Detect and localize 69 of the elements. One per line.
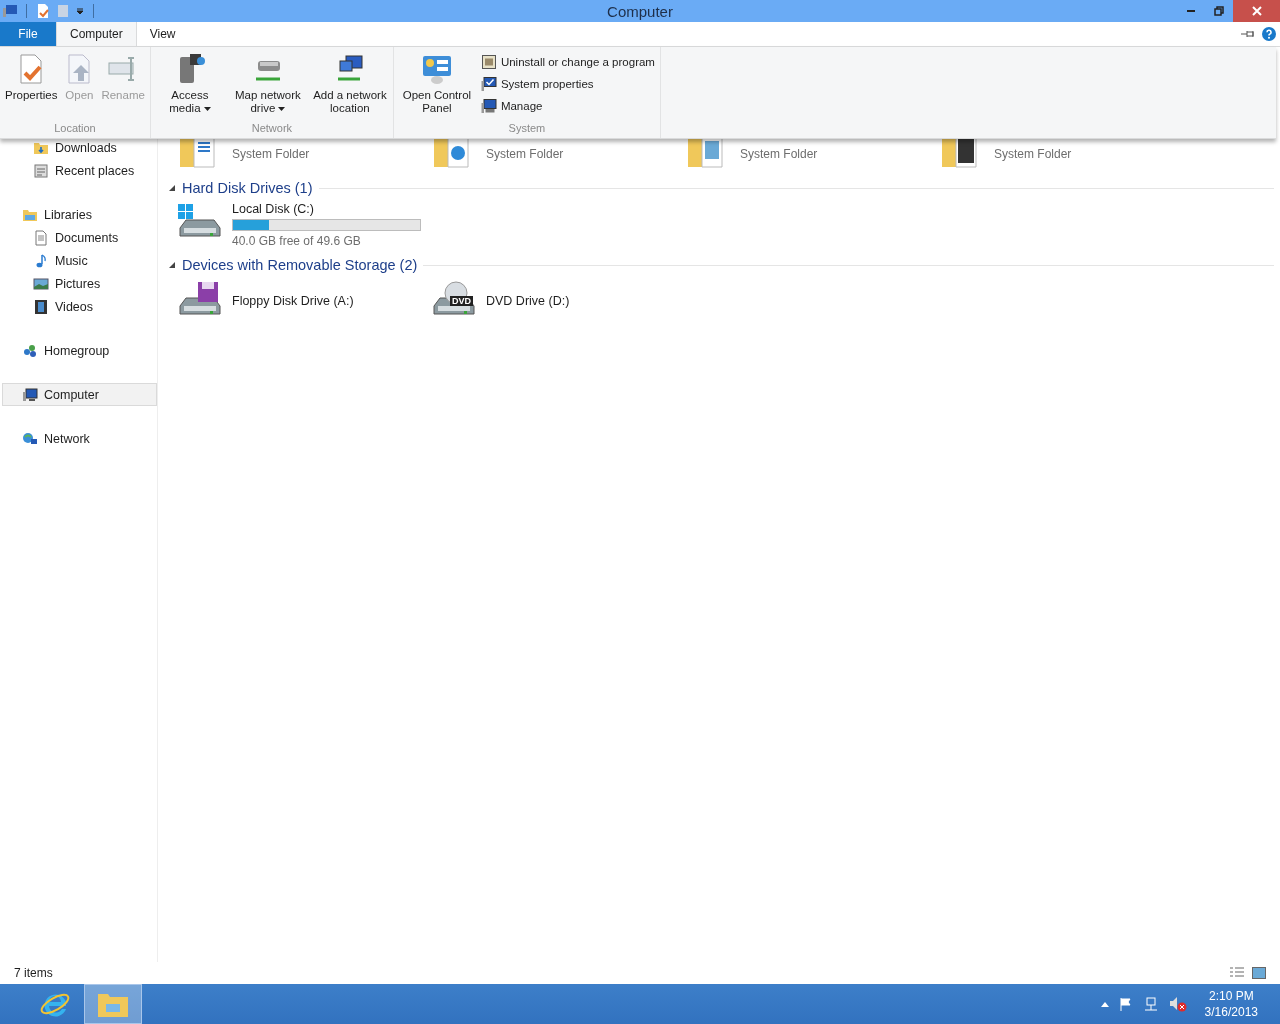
ribbon-group-label: System bbox=[507, 122, 547, 136]
nav-item[interactable]: Videos bbox=[2, 295, 157, 318]
nav-item[interactable]: Music bbox=[2, 249, 157, 272]
caret-icon bbox=[278, 106, 286, 111]
ribbon-button[interactable]: Map network drive bbox=[227, 51, 308, 122]
group-heading[interactable]: Devices with Removable Storage (2) bbox=[182, 257, 418, 273]
folder-type: System Folder bbox=[486, 147, 564, 161]
collapse-arrow-icon[interactable] bbox=[168, 184, 176, 192]
ribbon-button[interactable]: Access media bbox=[153, 51, 226, 122]
close-icon bbox=[1251, 6, 1262, 16]
flag-icon[interactable] bbox=[1118, 997, 1133, 1011]
ribbon-button[interactable]: Open Control Panel bbox=[396, 51, 477, 122]
drive-tile[interactable]: DVD DVD Drive (D:) bbox=[430, 279, 684, 323]
collapse-arrow-icon[interactable] bbox=[168, 261, 176, 269]
clock[interactable]: 2:10 PM 3/16/2013 bbox=[1204, 988, 1258, 1020]
control-panel-icon bbox=[420, 53, 453, 85]
muted-speaker-icon[interactable] bbox=[1168, 996, 1187, 1012]
nav-item[interactable]: Downloads bbox=[2, 136, 157, 159]
ribbon-button[interactable]: Uninstall or change a program bbox=[478, 52, 657, 72]
folder-type: System Folder bbox=[994, 147, 1072, 161]
ribbon-group-label: Location bbox=[53, 122, 97, 136]
caret-icon bbox=[203, 106, 211, 111]
drive-tile[interactable]: Floppy Disk Drive (A:) bbox=[176, 279, 430, 323]
recent-places-icon bbox=[33, 162, 49, 179]
network-icon bbox=[22, 430, 38, 447]
ribbon-button[interactable]: Add a network location bbox=[309, 51, 390, 122]
film-icon bbox=[33, 298, 49, 315]
nav-item[interactable]: Computer bbox=[2, 383, 157, 406]
monitor-check-icon bbox=[480, 76, 497, 92]
program-window-icon bbox=[480, 54, 497, 70]
computer-icon bbox=[2, 3, 18, 19]
ribbon-button[interactable]: System properties bbox=[478, 74, 657, 94]
group-heading[interactable]: Hard Disk Drives (1) bbox=[182, 180, 313, 196]
nav-item[interactable]: Documents bbox=[2, 226, 157, 249]
dropdown-arrow-icon[interactable] bbox=[75, 6, 85, 16]
nav-item[interactable]: Network bbox=[2, 427, 157, 450]
nav-item[interactable]: Libraries bbox=[2, 203, 157, 226]
drive-name: Local Disk (C:) bbox=[232, 202, 315, 216]
nav-item[interactable]: Homegroup bbox=[2, 339, 157, 362]
network-icon[interactable] bbox=[1142, 997, 1159, 1011]
computer-icon bbox=[22, 386, 38, 403]
ribbon-group-label: Network bbox=[250, 122, 294, 136]
picture-icon bbox=[33, 275, 49, 292]
help-icon[interactable] bbox=[1262, 27, 1276, 41]
window-title: Computer bbox=[607, 2, 673, 20]
computer-management-icon bbox=[480, 98, 497, 114]
minimize-icon bbox=[1187, 10, 1195, 12]
file-menu-tab[interactable]: File bbox=[0, 22, 56, 46]
properties-icon[interactable] bbox=[35, 3, 51, 19]
folder-type: System Folder bbox=[232, 147, 310, 161]
nav-item[interactable]: Pictures bbox=[2, 272, 157, 295]
free-space-text: 40.0 GB free of 49.6 GB bbox=[232, 234, 362, 248]
pin-icon[interactable] bbox=[1240, 29, 1256, 39]
item-count: 7 items bbox=[14, 966, 53, 980]
drive-name: Floppy Disk Drive (A:) bbox=[232, 294, 354, 308]
nav-item[interactable]: Recent places bbox=[2, 159, 157, 182]
drive-name: DVD Drive (D:) bbox=[486, 294, 570, 308]
drive-tile[interactable]: Local Disk (C:) 40.0 GB free of 49.6 GB bbox=[176, 202, 430, 246]
ribbon-button[interactable]: Manage bbox=[478, 96, 657, 116]
close-button[interactable] bbox=[1233, 0, 1280, 22]
large-icons-view-icon[interactable] bbox=[1252, 967, 1266, 979]
document-icon bbox=[33, 229, 49, 246]
up-arrow-icon[interactable] bbox=[1100, 1001, 1109, 1007]
folder-type: System Folder bbox=[740, 147, 818, 161]
ribbon-button[interactable]: Properties bbox=[3, 51, 60, 122]
restore-icon bbox=[1214, 6, 1224, 16]
homegroup-icon bbox=[22, 342, 38, 359]
dvd-label: DVD bbox=[450, 295, 473, 306]
ribbon-tab[interactable]: Computer bbox=[56, 22, 137, 46]
